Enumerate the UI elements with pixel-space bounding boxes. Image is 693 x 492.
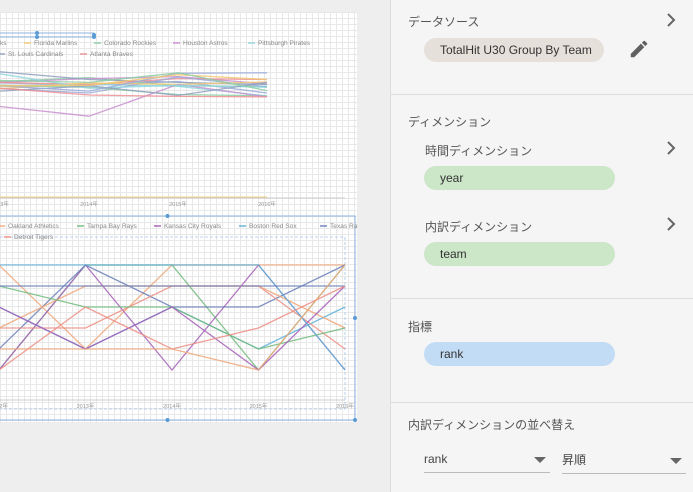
metric-chip[interactable]: rank — [424, 342, 615, 366]
sort-order-select[interactable]: 昇順 — [562, 447, 686, 474]
dropdown-caret-icon — [670, 458, 682, 464]
report-canvas[interactable]: ks Florida Marlins Colorado Rockies Houston… — [0, 0, 390, 492]
x-tick-label: 2016年 — [336, 402, 354, 410]
sort-section: 内訳ディメンションの並べ替え rank 昇順 — [391, 402, 693, 492]
legend-label: Kansas City Royals — [164, 223, 222, 230]
sort-field-select[interactable]: rank — [424, 446, 550, 473]
legend-label: Houston Astros — [183, 40, 228, 47]
sort-field-value: rank — [424, 452, 448, 466]
data-source-section: データソース TotalHit U30 Group By Team — [391, 0, 693, 95]
legend-label: Texas Rangers — [330, 223, 357, 230]
data-source-chip[interactable]: TotalHit U30 Group By Team — [424, 38, 604, 62]
resize-handle — [92, 35, 96, 39]
series-line — [0, 264, 346, 372]
series-line — [0, 285, 346, 350]
properties-panel: データソース TotalHit U30 Group By Team ディメンショ… — [390, 0, 693, 492]
sort-title: 内訳ディメンションの並べ替え — [408, 418, 576, 432]
x-tick-label: 2014年 — [80, 200, 98, 208]
legend-label: Colorado Rockies — [104, 40, 157, 47]
resize-handle — [353, 418, 357, 422]
time-dimension-chip[interactable]: year — [424, 166, 615, 190]
legend-label: Detroit Tigers — [14, 234, 54, 241]
x-tick-label: 2015年 — [250, 402, 268, 410]
x-tick-label: 2013年 — [77, 402, 95, 410]
legend-label: Boston Red Sox — [249, 223, 297, 230]
legend-label: St. Louis Cardinals — [8, 51, 64, 58]
resize-handle — [353, 316, 357, 320]
resize-handle — [35, 31, 39, 35]
series-line — [0, 264, 346, 371]
x-tick-label: 2014年 — [163, 402, 181, 410]
time-dimension-label: 時間ディメンション — [425, 144, 533, 158]
x-tick-label: 2013年 — [0, 200, 9, 208]
data-source-title: データソース — [408, 15, 480, 29]
dimension-title: ディメンション — [408, 115, 492, 129]
sort-order-value: 昇順 — [562, 453, 587, 467]
series-line — [0, 263, 346, 372]
legend-label: Tampa Bay Rays — [87, 223, 138, 230]
legend-label: Oakland Athletics — [8, 223, 60, 230]
chevron-right-icon[interactable] — [662, 139, 680, 157]
legend-label: Atlanta Braves — [90, 51, 134, 58]
resize-handle — [165, 214, 170, 218]
legend-label: ks — [0, 40, 7, 47]
dropdown-caret-icon — [534, 457, 546, 463]
legend-label: Florida Marlins — [34, 40, 78, 47]
x-tick-label: 2012年 — [0, 402, 8, 410]
metric-title: 指標 — [408, 320, 433, 334]
dimension-section: ディメンション 時間ディメンション year 内訳ディメンション team — [391, 94, 693, 299]
series-line — [0, 285, 346, 350]
series-line — [0, 264, 346, 371]
legend-label: Pittsburgh Pirates — [258, 40, 311, 47]
chevron-right-icon[interactable] — [662, 215, 680, 233]
breakdown-dimension-chip[interactable]: team — [424, 242, 615, 266]
charts-svg: ks Florida Marlins Colorado Rockies Houston… — [0, 31, 357, 422]
metric-section: 指標 rank — [391, 298, 693, 403]
breakdown-dimension-label: 内訳ディメンション — [425, 220, 533, 234]
line-chart-bottom[interactable]: Oakland Athletics Tampa Bay Rays Kansas Ci… — [0, 214, 357, 422]
line-chart-top[interactable]: ks Florida Marlins Colorado Rockies Houston… — [0, 31, 345, 208]
edit-pencil-icon[interactable] — [628, 38, 650, 60]
x-tick-label: 2015年 — [169, 200, 187, 208]
report-page[interactable]: ks Florida Marlins Colorado Rockies Houston… — [0, 12, 357, 422]
x-tick-label: 2016年 — [258, 200, 276, 208]
resize-handle — [35, 35, 39, 39]
chart-selection-frame — [0, 32, 95, 38]
resize-handle — [165, 418, 170, 422]
chart-inner-frame — [0, 236, 346, 410]
chevron-right-icon[interactable] — [662, 11, 680, 29]
